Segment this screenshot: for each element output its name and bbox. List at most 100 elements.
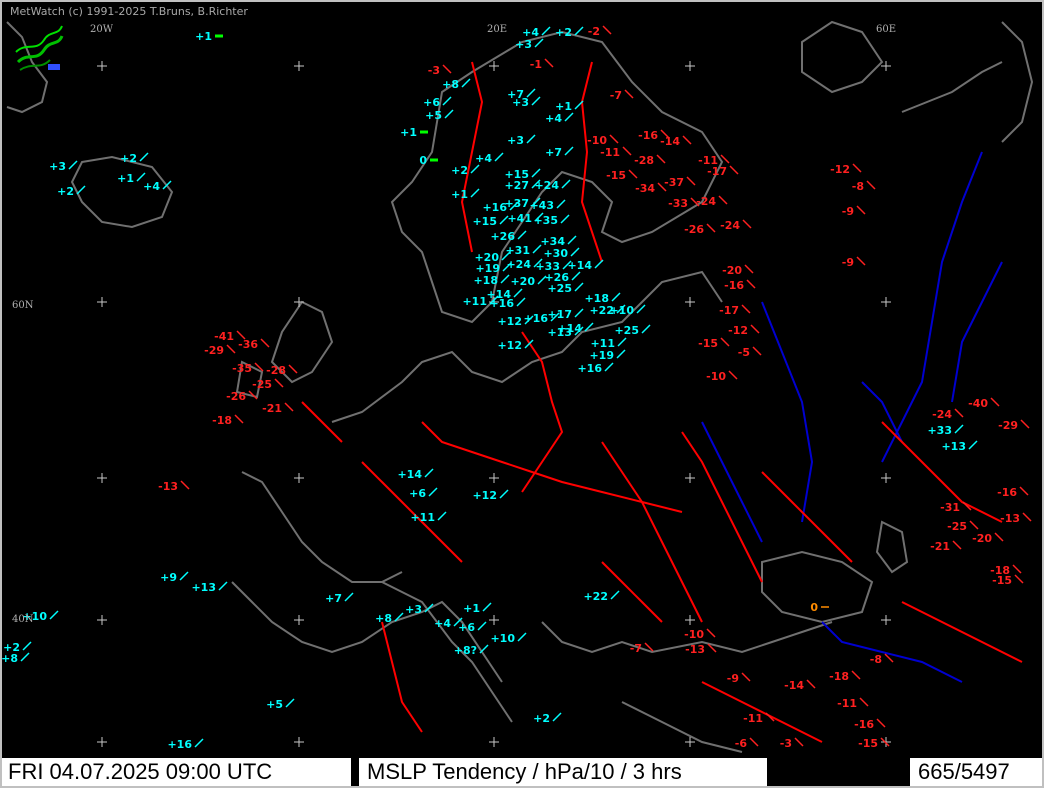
station-tendency-value: -6	[735, 737, 748, 750]
station-tendency-value: +17	[547, 308, 572, 321]
station-tendency-value: +12	[497, 339, 522, 352]
station-tendency-value: +4	[475, 152, 492, 165]
map-background	[2, 2, 1042, 758]
station-tendency-value: -13	[685, 643, 705, 656]
station-tendency-value: +14	[557, 322, 582, 335]
station-tendency-value: +3	[515, 38, 532, 51]
station-tendency-value: +43	[529, 199, 554, 212]
station-tendency-value: -24	[696, 195, 716, 208]
station-tendency-value: +3	[405, 603, 422, 616]
station-tendency-value: +1	[117, 172, 134, 185]
station-tendency-value: +8	[375, 612, 392, 625]
station-tendency-value: +11	[410, 511, 435, 524]
station-tendency-value: +22	[583, 590, 608, 603]
station-tendency-value: -9	[842, 256, 854, 269]
station-tendency-value: +6	[458, 621, 475, 634]
station-tendency-value: -7	[610, 89, 622, 102]
station-tendency-value: +13	[941, 440, 966, 453]
parallel-label-60n: 60N	[12, 300, 34, 311]
station-tendency-value: -2	[588, 25, 600, 38]
station-tendency-value: -7	[630, 642, 642, 655]
station-tendency-value: -13	[158, 480, 178, 493]
station-tendency-value: -18	[212, 414, 232, 427]
station-tendency-value: +8?	[454, 644, 477, 657]
station-tendency-value: +26	[490, 230, 515, 243]
station-tendency-value: +5	[425, 109, 442, 122]
station-tendency-value: -26	[684, 223, 704, 236]
station-tendency-value: -11	[837, 697, 857, 710]
station-tendency-value: -16	[638, 129, 658, 142]
status-datetime: FRI 04.07.2025 09:00 UTC	[2, 758, 351, 786]
station-tendency-value: +14	[397, 468, 422, 481]
station-tendency-value: +7	[545, 146, 562, 159]
station-tendency-value: +15	[472, 215, 497, 228]
station-tendency-value: +3	[49, 160, 66, 173]
station-tendency-value: +16	[577, 362, 602, 375]
station-tendency-value: +8	[442, 78, 459, 91]
station-tendency-value: +33	[927, 424, 952, 437]
station-tendency-value: +6	[423, 96, 440, 109]
station-tendency-value: -25	[947, 520, 967, 533]
station-tendency-value: +16	[489, 297, 514, 310]
station-tendency-value: -16	[724, 279, 744, 292]
station-tendency-value: -37	[664, 176, 684, 189]
station-tendency-value: -25	[252, 378, 272, 391]
meridian-label-20w: 20W	[90, 24, 114, 35]
station-tendency-value: -29	[998, 419, 1018, 432]
station-tendency-value: +6	[409, 487, 426, 500]
station-tendency-value: +4	[143, 180, 160, 193]
station-tendency-value: -34	[635, 182, 655, 195]
station-tendency-value: -14	[784, 679, 804, 692]
station-tendency-value: -11	[743, 712, 763, 725]
station-tendency-value: -15	[698, 337, 718, 350]
station-tendency-value: -21	[930, 540, 950, 553]
station-tendency-value: +11	[590, 337, 615, 350]
station-tendency-value: -13	[1000, 512, 1020, 525]
station-tendency-value: +35	[533, 214, 558, 227]
station-tendency-value: +7	[325, 592, 342, 605]
station-tendency-value: -8	[852, 180, 864, 193]
station-tendency-value: -11	[600, 146, 620, 159]
station-tendency-value: +19	[589, 349, 614, 362]
station-tendency-value: -15	[858, 737, 878, 750]
station-tendency-value: -35	[232, 362, 252, 375]
map-frame: +1 +4 +2 +3 +6 +8 +5 +7 +3 +1 +4 +1 +3 +7 0 +2 +4 +1 +15 +2…	[0, 0, 1044, 788]
station-tendency-value: +10	[490, 632, 515, 645]
station-tendency-value: -20	[972, 532, 992, 545]
station-tendency-value: -9	[727, 672, 739, 685]
status-count: 665/5497	[910, 758, 1042, 786]
station-tendency-value: -12	[830, 163, 850, 176]
station-tendency-value: -3	[780, 737, 792, 750]
station-tendency-value: -28	[266, 364, 286, 377]
station-tendency-value: +4	[545, 112, 562, 125]
station-tendency-value: +13	[191, 581, 216, 594]
station-tendency-value: +2	[451, 164, 468, 177]
meridian-label-20e: 20E	[487, 24, 508, 35]
station-tendency-value: +4	[434, 617, 451, 630]
station-tendency-value: +3	[507, 134, 524, 147]
station-tendency-value: +31	[505, 244, 530, 257]
weather-map[interactable]: +1 +4 +2+3+6+8+5+7+3 +1+4+1+3+70+2+4+1+15+2…	[2, 2, 1042, 758]
station-tendency-value: +41	[507, 212, 532, 225]
station-tendency-value: +25	[547, 282, 572, 295]
station-tendency-value: -36	[238, 338, 258, 351]
status-bar: FRI 04.07.2025 09:00 UTC MSLP Tendency /…	[2, 758, 1042, 786]
station-tendency-value: +2	[555, 26, 572, 39]
station-tendency-value: -3	[428, 64, 440, 77]
station-tendency-value: -24	[932, 408, 952, 421]
station-tendency-value: -12	[728, 324, 748, 337]
station-tendency-value: -16	[854, 718, 874, 731]
station-tendency-value: -29	[204, 344, 224, 357]
station-tendency-value: -1	[530, 58, 542, 71]
station-tendency-value: +12	[497, 315, 522, 328]
station-tendency-value: -10	[706, 370, 726, 383]
station-tendency-value: -24	[720, 219, 740, 232]
station-tendency-value: -15	[992, 574, 1012, 587]
station-tendency-value: +8	[2, 652, 18, 665]
station-tendency-value: -26	[226, 390, 246, 403]
meridian-label-60e: 60E	[876, 24, 897, 35]
station-tendency-value: +1	[463, 602, 480, 615]
station-tendency-value: -18	[829, 670, 849, 683]
credit-text: MetWatch (c) 1991-2025 T.Bruns, B.Richte…	[10, 5, 248, 18]
station-tendency-value: -17	[719, 304, 739, 317]
